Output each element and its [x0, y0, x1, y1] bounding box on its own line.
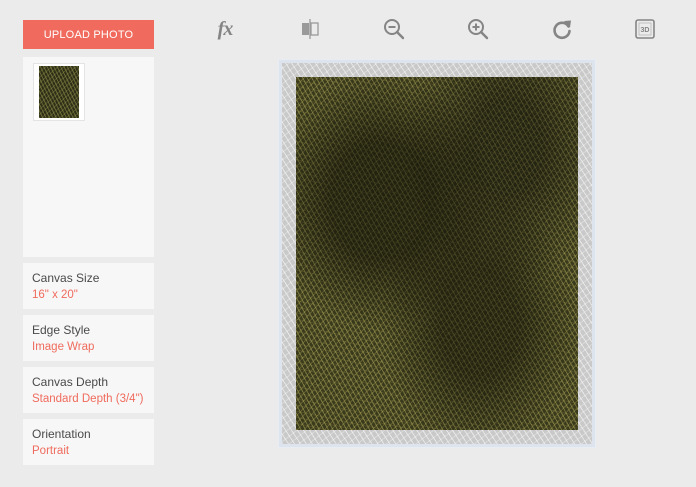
zoom-in-icon: [468, 19, 489, 40]
zoom-out-button[interactable]: [381, 16, 407, 42]
upload-photo-button[interactable]: UPLOAD PHOTO: [23, 20, 154, 49]
3d-view-button[interactable]: 3D: [632, 16, 658, 42]
canvas-size-value: 16" x 20": [32, 289, 78, 301]
effects-icon: fx: [217, 17, 234, 40]
thumbnail-image: [39, 66, 79, 118]
rotate-icon: [553, 20, 571, 40]
canvas-depth-value: Standard Depth (3/4"): [32, 393, 144, 405]
orientation-option[interactable]: Orientation Portrait: [23, 419, 154, 465]
rotate-button[interactable]: [549, 16, 575, 42]
orientation-value: Portrait: [32, 445, 70, 457]
mirror-flip-icon: [302, 19, 319, 39]
edge-style-option[interactable]: Edge Style Image Wrap: [23, 315, 154, 361]
canvas-photo[interactable]: [296, 77, 578, 430]
photo-thumbnail-panel: [23, 57, 154, 257]
effects-button[interactable]: fx: [212, 16, 238, 42]
zoom-out-icon: [384, 19, 405, 40]
zoom-in-button[interactable]: [465, 16, 491, 42]
edge-style-value: Image Wrap: [32, 341, 95, 353]
mirror-flip-button[interactable]: [297, 16, 323, 42]
photo-thumbnail[interactable]: [33, 63, 85, 121]
3d-label: 3D: [641, 27, 650, 34]
canvas-preview[interactable]: [278, 59, 596, 448]
canvas-size-option[interactable]: Canvas Size 16" x 20": [23, 263, 154, 309]
canvas-size-label: Canvas Size: [32, 271, 100, 285]
canvas-depth-option[interactable]: Canvas Depth Standard Depth (3/4"): [23, 367, 154, 413]
edge-style-label: Edge Style: [32, 323, 91, 337]
3d-view-icon: 3D: [635, 19, 655, 39]
orientation-label: Orientation: [32, 427, 91, 441]
canvas-depth-label: Canvas Depth: [32, 375, 109, 389]
